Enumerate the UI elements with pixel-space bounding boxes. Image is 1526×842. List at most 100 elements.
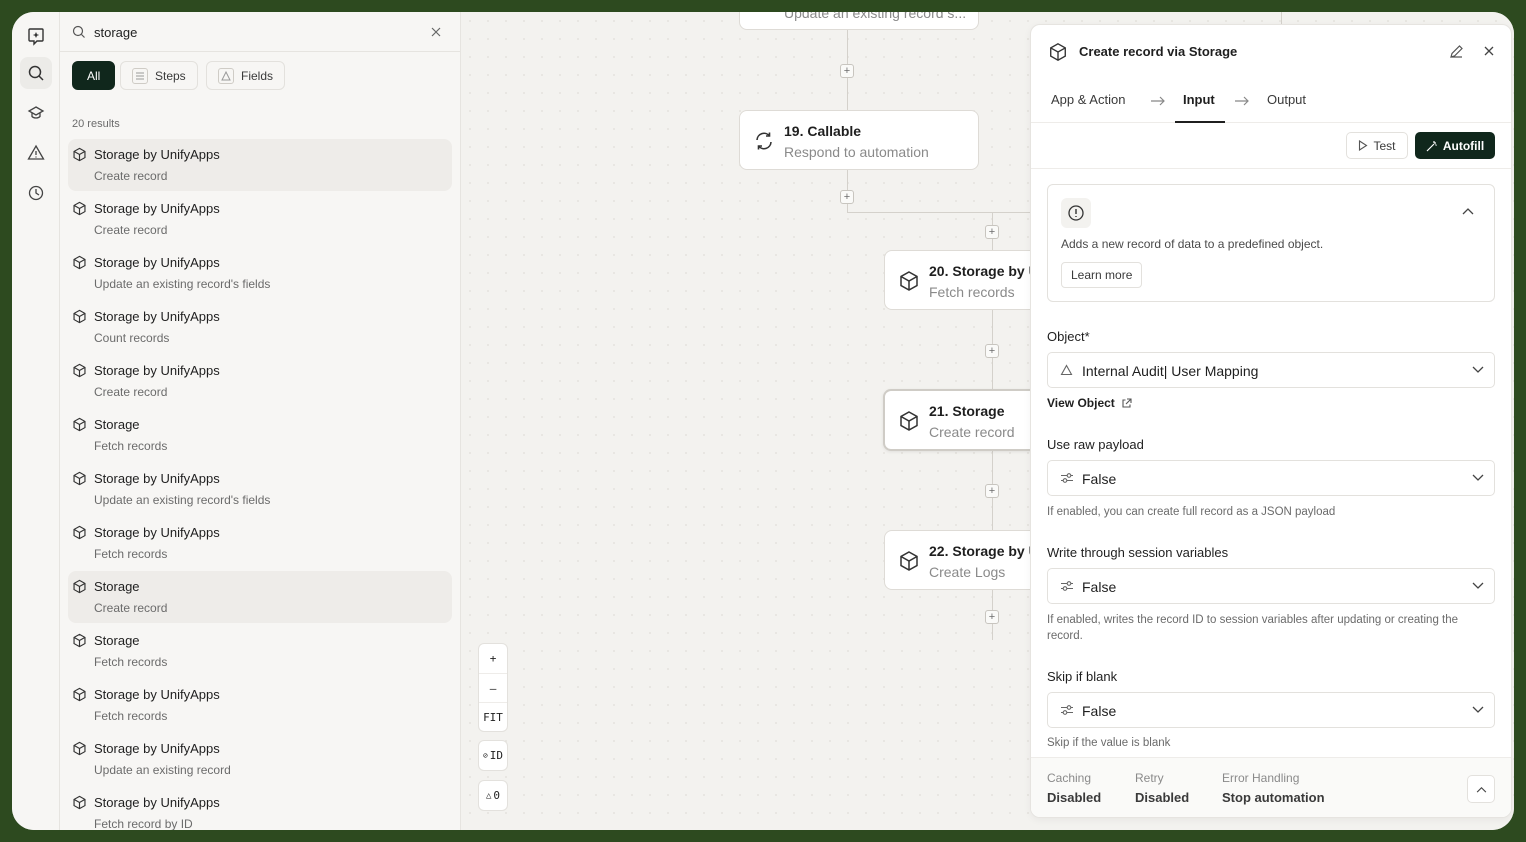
skip-if-blank-value: False xyxy=(1082,703,1117,719)
zoom-in-button[interactable]: + xyxy=(479,644,507,673)
close-icon[interactable] xyxy=(430,26,442,38)
pencil-icon[interactable] xyxy=(1449,44,1464,59)
workflow-node-20[interactable]: 20. Storage by Ur Fetch records xyxy=(884,250,1044,310)
result-title: Storage by UnifyApps xyxy=(94,741,220,756)
add-step-button[interactable]: + xyxy=(985,225,999,239)
chevron-down-icon xyxy=(1472,474,1484,481)
error-handling-key: Error Handling xyxy=(1222,771,1300,785)
result-title: Storage by UnifyApps xyxy=(94,147,220,162)
alerts-button[interactable] xyxy=(20,137,52,169)
result-title: Storage by UnifyApps xyxy=(94,795,220,810)
fit-button[interactable]: FIT xyxy=(479,702,507,731)
add-step-button[interactable]: + xyxy=(840,64,854,78)
test-button[interactable]: Test xyxy=(1346,132,1408,159)
session-variables-select[interactable]: False xyxy=(1047,568,1495,604)
play-icon xyxy=(1359,140,1369,151)
retry-setting[interactable]: Retry Disabled xyxy=(1135,771,1189,805)
cube-icon xyxy=(72,147,87,167)
object-label: Object* xyxy=(1047,329,1090,344)
raw-payload-help: If enabled, you can create full record a… xyxy=(1047,506,1336,518)
search-result-item[interactable]: Storage by UnifyApps Create record xyxy=(68,355,452,407)
search-result-item[interactable]: Storage by UnifyApps Count records xyxy=(68,301,452,353)
cube-icon xyxy=(900,551,918,571)
raw-payload-select[interactable]: False xyxy=(1047,460,1495,496)
object-select[interactable]: Internal Audit| User Mapping xyxy=(1047,352,1495,388)
result-title: Storage by UnifyApps xyxy=(94,525,220,540)
tab-app-action[interactable]: App & Action xyxy=(1051,92,1125,107)
search-result-item[interactable]: Storage Fetch records xyxy=(68,625,452,677)
cube-icon xyxy=(72,255,87,275)
error-handling-value: Stop automation xyxy=(1222,790,1325,805)
arrow-right-icon xyxy=(1235,96,1249,106)
workflow-node-21[interactable]: 21. Storage Create record xyxy=(883,389,1044,451)
assistant-button[interactable] xyxy=(20,20,52,52)
workflow-node-22[interactable]: 22. Storage by Ur Create Logs xyxy=(884,530,1044,590)
autofill-button[interactable]: Autofill xyxy=(1415,132,1495,159)
result-subtitle: Fetch records xyxy=(94,709,168,723)
session-variables-help: If enabled, writes the record ID to sess… xyxy=(1047,614,1459,642)
search-result-item[interactable]: Storage by UnifyApps Update an existing r… xyxy=(68,247,452,299)
cube-icon xyxy=(72,633,87,653)
raw-payload-label: Use raw payload xyxy=(1047,437,1144,452)
search-result-item[interactable]: Storage by UnifyApps Update an existing r… xyxy=(68,733,452,785)
add-step-button[interactable]: + xyxy=(840,190,854,204)
search-result-item[interactable]: Storage by UnifyApps Create record xyxy=(68,193,452,245)
filter-steps[interactable]: Steps xyxy=(120,61,198,90)
zoom-controls: + – FIT xyxy=(478,643,508,732)
step-config-panel: Create record via Storage App & Action I… xyxy=(1030,24,1512,818)
search-result-item[interactable]: Storage by UnifyApps Fetch records xyxy=(68,517,452,569)
icon-rail xyxy=(12,12,60,830)
arrow-right-icon xyxy=(1151,96,1165,106)
search-result-item[interactable]: Storage by UnifyApps Fetch record by ID xyxy=(68,787,452,830)
learn-button[interactable] xyxy=(20,97,52,129)
add-step-button[interactable]: + xyxy=(985,484,999,498)
result-title: Storage by UnifyApps xyxy=(94,363,220,378)
search-result-item[interactable]: Storage Fetch records xyxy=(68,409,452,461)
search-result-item[interactable]: Storage Create record xyxy=(68,571,452,623)
expand-settings-button[interactable] xyxy=(1467,775,1495,803)
caching-setting[interactable]: Caching Disabled xyxy=(1047,771,1101,805)
warnings-button[interactable]: △ 0 xyxy=(478,780,508,811)
history-button[interactable] xyxy=(20,177,52,209)
skip-if-blank-select[interactable]: False xyxy=(1047,692,1495,728)
search-result-item[interactable]: Storage by UnifyApps Fetch records xyxy=(68,679,452,731)
filter-fields-label: Fields xyxy=(241,68,274,83)
search-button[interactable] xyxy=(20,57,52,89)
connector xyxy=(847,212,993,213)
retry-value: Disabled xyxy=(1135,790,1190,805)
node-subtitle: Update an existing record s... xyxy=(784,12,967,21)
view-object-link[interactable]: View Object xyxy=(1047,396,1132,410)
add-step-button[interactable]: + xyxy=(985,344,999,358)
search-result-item[interactable]: Storage by UnifyApps Create record xyxy=(68,139,452,191)
raw-payload-value: False xyxy=(1082,471,1117,487)
external-link-icon xyxy=(1122,397,1132,408)
search-result-item[interactable]: Storage by UnifyApps Update an existing r… xyxy=(68,463,452,515)
result-title: Storage xyxy=(94,633,140,648)
info-icon xyxy=(1061,198,1091,228)
session-variables-label: Write through session variables xyxy=(1047,545,1229,560)
tab-input[interactable]: Input xyxy=(1183,92,1215,107)
filter-fields[interactable]: Fields xyxy=(206,61,286,90)
add-step-button[interactable]: + xyxy=(985,610,999,624)
filter-all[interactable]: All xyxy=(72,61,116,90)
zoom-out-button[interactable]: – xyxy=(479,673,507,702)
learn-more-button[interactable]: Learn more xyxy=(1061,262,1143,288)
tab-output[interactable]: Output xyxy=(1267,92,1306,107)
result-title: Storage xyxy=(94,417,140,432)
result-title: Storage by UnifyApps xyxy=(94,309,220,324)
error-handling-setting[interactable]: Error Handling Stop automation xyxy=(1222,771,1325,805)
search-input[interactable]: storage xyxy=(94,25,137,40)
close-icon[interactable] xyxy=(1483,45,1495,57)
workflow-canvas[interactable]: + + + + + + Update an existing record s.… xyxy=(461,12,1514,830)
workflow-node-19[interactable]: 19. Callable Respond to automation xyxy=(739,110,979,170)
result-subtitle: Fetch records xyxy=(94,655,168,669)
chevron-up-icon[interactable] xyxy=(1462,207,1474,215)
cube-icon xyxy=(72,363,87,383)
result-title: Storage by UnifyApps xyxy=(94,471,220,486)
search-bar[interactable]: storage xyxy=(60,12,461,52)
workflow-node-18[interactable]: Update an existing record s... xyxy=(739,12,979,30)
cube-icon xyxy=(72,417,87,437)
cube-icon xyxy=(72,471,87,491)
test-label: Test xyxy=(1373,138,1396,153)
toggle-id-button[interactable]: ⊘ ID xyxy=(478,740,508,771)
